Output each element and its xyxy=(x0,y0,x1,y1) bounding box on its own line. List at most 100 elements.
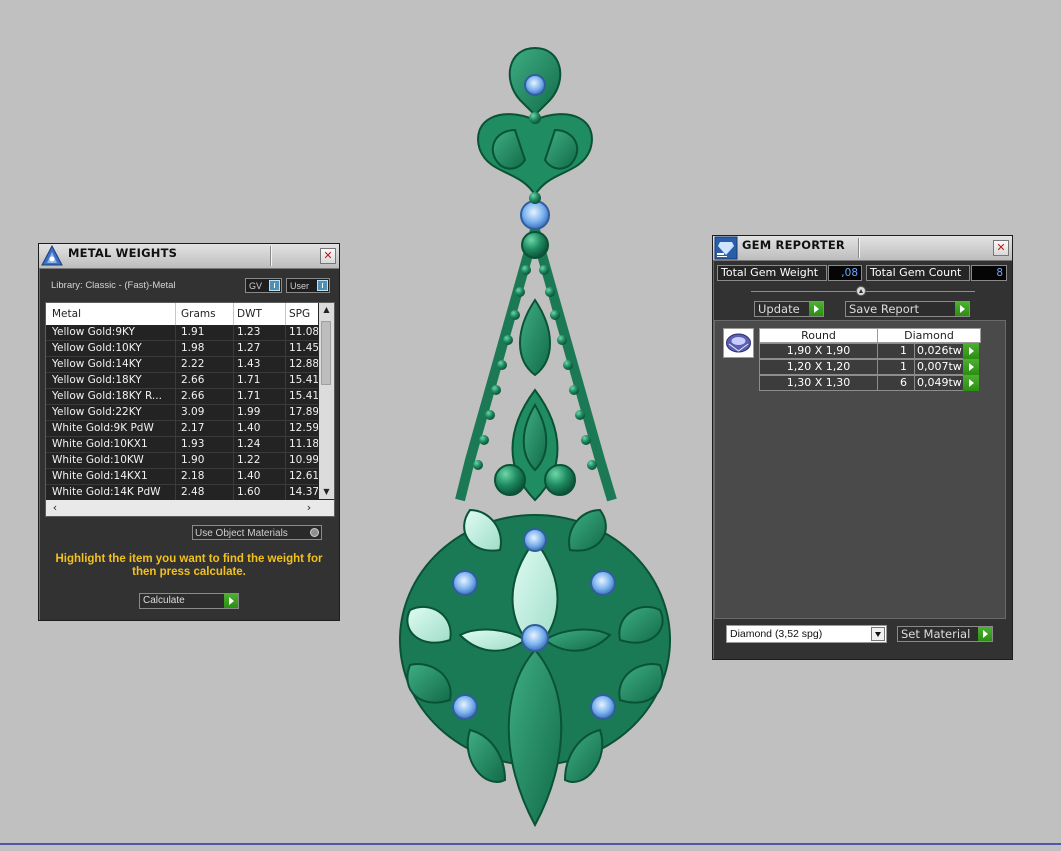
dwt-cell: 1.23 xyxy=(237,326,261,338)
metal-name-cell: Yellow Gold:10KY xyxy=(52,342,142,354)
metal-table-row[interactable]: Yellow Gold:14KY 2.22 1.43 12.88 xyxy=(46,357,318,373)
gem-row-go-icon[interactable] xyxy=(963,359,979,375)
play-arrow-icon xyxy=(955,302,969,316)
dwt-cell: 1.40 xyxy=(237,422,261,434)
gem-weight-cell: 0,007tw xyxy=(914,359,964,375)
metal-table-row[interactable]: Yellow Gold:9KY 1.91 1.23 11.08 xyxy=(46,325,318,341)
metal-table-row[interactable]: White Gold:10KX1 1.93 1.24 11.18 xyxy=(46,437,318,453)
radio-icon[interactable] xyxy=(310,528,319,537)
grams-cell: 2.18 xyxy=(181,470,205,482)
metal-weights-titlebar[interactable]: METAL WEIGHTS ✕ xyxy=(39,244,339,269)
metal-name-cell: Yellow Gold:9KY xyxy=(52,326,135,338)
chevron-down-icon[interactable] xyxy=(871,627,885,641)
scroll-right-icon[interactable]: › xyxy=(302,500,316,516)
material-select-value: Diamond (3,52 spg) xyxy=(730,628,823,640)
metal-table-row[interactable]: White Gold:14K PdW 2.48 1.60 14.37 xyxy=(46,485,318,501)
save-report-label: Save Report xyxy=(849,302,920,316)
grams-cell: 2.66 xyxy=(181,374,205,386)
gem-qty-cell: 1 xyxy=(877,343,915,359)
metal-name-cell: Yellow Gold:18KY xyxy=(52,374,142,386)
gem-table-row[interactable]: 1,90 X 1,90 1 0,026tw xyxy=(759,343,981,359)
gem-row-go-icon[interactable] xyxy=(963,375,979,391)
use-object-materials-option[interactable]: Use Object Materials xyxy=(192,525,322,540)
metal-table-vscrollbar[interactable]: ▲ ▼ xyxy=(319,303,334,499)
scroll-left-icon[interactable]: ‹ xyxy=(48,500,62,516)
calculate-button[interactable]: Calculate xyxy=(139,593,239,609)
gem-slider-knob-icon[interactable] xyxy=(856,286,866,296)
spg-cell: 15.41 xyxy=(289,374,318,386)
metal-table-row[interactable]: Yellow Gold:18KY 2.66 1.71 15.41 xyxy=(46,373,318,389)
col-metal[interactable]: Metal xyxy=(52,308,81,320)
play-arrow-icon xyxy=(224,594,238,608)
grams-cell: 1.90 xyxy=(181,454,205,466)
metal-table-row[interactable]: Yellow Gold:18KY R... 2.66 1.71 15.41 xyxy=(46,389,318,405)
user-toggle-label: User xyxy=(290,281,310,291)
gem-qty-cell: 1 xyxy=(877,359,915,375)
material-select[interactable]: Diamond (3,52 spg) xyxy=(726,625,887,643)
gem-material-header: Diamond xyxy=(877,328,981,343)
user-toggle-knob-icon xyxy=(317,280,328,291)
grams-cell: 2.17 xyxy=(181,422,205,434)
gem-shape-header: Round xyxy=(759,328,878,343)
grams-cell: 3.09 xyxy=(181,406,205,418)
dwt-cell: 1.27 xyxy=(237,342,261,354)
metal-weights-close-icon[interactable]: ✕ xyxy=(320,248,336,264)
gem-reporter-titlebar[interactable]: GEM REPORTER ✕ xyxy=(713,236,1012,261)
dwt-cell: 1.24 xyxy=(237,438,261,450)
grams-cell: 1.91 xyxy=(181,326,205,338)
dwt-cell: 1.40 xyxy=(237,470,261,482)
scroll-down-icon[interactable]: ▼ xyxy=(319,485,334,499)
gem-size-cell: 1,90 X 1,90 xyxy=(759,343,878,359)
spg-cell: 17.89 xyxy=(289,406,318,418)
metal-name-cell: Yellow Gold:14KY xyxy=(52,358,142,370)
play-arrow-icon xyxy=(809,302,823,316)
gv-toggle-label: GV xyxy=(249,281,263,291)
grams-cell: 2.66 xyxy=(181,390,205,402)
calculate-label: Calculate xyxy=(143,595,185,606)
metal-table-row[interactable]: White Gold:10KW 1.90 1.22 10.99 xyxy=(46,453,318,469)
grams-cell: 1.93 xyxy=(181,438,205,450)
spg-cell: 12.61 xyxy=(289,470,318,482)
round-diamond-icon[interactable] xyxy=(723,328,754,358)
gem-reporter-logo-icon xyxy=(714,236,738,260)
metal-name-cell: White Gold:10KX1 xyxy=(52,438,148,450)
gem-table: Round Diamond 1,90 X 1,90 1 0,026tw 1,20 X … xyxy=(759,328,981,391)
set-material-button[interactable]: Set Material xyxy=(897,626,993,642)
gem-table-header: Round Diamond xyxy=(759,328,981,343)
total-gem-count-label: Total Gem Count xyxy=(866,265,970,281)
metal-weights-logo-icon xyxy=(41,244,63,266)
col-spg[interactable]: SPG xyxy=(289,308,310,320)
metal-table-row[interactable]: Yellow Gold:22KY 3.09 1.99 17.89 xyxy=(46,405,318,421)
viewport-bottom-border xyxy=(0,843,1061,845)
scroll-thumb[interactable] xyxy=(321,321,331,385)
gem-table-body: 1,90 X 1,90 1 0,026tw 1,20 X 1,20 1 0,007tw 1,… xyxy=(759,343,981,391)
col-dwt[interactable]: DWT xyxy=(237,308,262,320)
metal-table-hscrollbar[interactable]: ‹ › xyxy=(46,500,334,516)
update-button[interactable]: Update xyxy=(754,301,824,317)
gem-weight-cell: 0,049tw xyxy=(914,375,964,391)
total-gem-weight-label: Total Gem Weight xyxy=(717,265,827,281)
gem-weight-cell: 0,026tw xyxy=(914,343,964,359)
gem-table-row[interactable]: 1,30 X 1,30 6 0,049tw xyxy=(759,375,981,391)
col-grams[interactable]: Grams xyxy=(181,308,216,320)
total-gem-weight-value: ,08 xyxy=(828,265,862,281)
metal-table-row[interactable]: Yellow Gold:10KY 1.98 1.27 11.45 xyxy=(46,341,318,357)
gem-size-cell: 1,20 X 1,20 xyxy=(759,359,878,375)
gv-toggle[interactable]: GV xyxy=(245,278,282,293)
library-label: Library: Classic - (Fast)-Metal xyxy=(51,280,176,291)
metal-table-row[interactable]: White Gold:9K PdW 2.17 1.40 12.59 xyxy=(46,421,318,437)
scroll-up-icon[interactable]: ▲ xyxy=(319,303,334,317)
gem-reporter-title: GEM REPORTER xyxy=(742,238,845,252)
gem-reporter-close-icon[interactable]: ✕ xyxy=(993,240,1009,256)
titlebar-grip xyxy=(270,246,271,266)
gem-row-go-icon[interactable] xyxy=(963,343,979,359)
metal-table-header: Metal Grams DWT SPG xyxy=(46,303,318,325)
metal-weights-table[interactable]: Metal Grams DWT SPG Yellow Gold:9KY 1.91 1… xyxy=(45,302,335,517)
grams-cell: 2.22 xyxy=(181,358,205,370)
save-report-button[interactable]: Save Report xyxy=(845,301,970,317)
gem-table-row[interactable]: 1,20 X 1,20 1 0,007tw xyxy=(759,359,981,375)
metal-table-row[interactable]: White Gold:14KX1 2.18 1.40 12.61 xyxy=(46,469,318,485)
dwt-cell: 1.22 xyxy=(237,454,261,466)
metal-name-cell: White Gold:14K PdW xyxy=(52,486,161,498)
user-toggle[interactable]: User xyxy=(286,278,330,293)
